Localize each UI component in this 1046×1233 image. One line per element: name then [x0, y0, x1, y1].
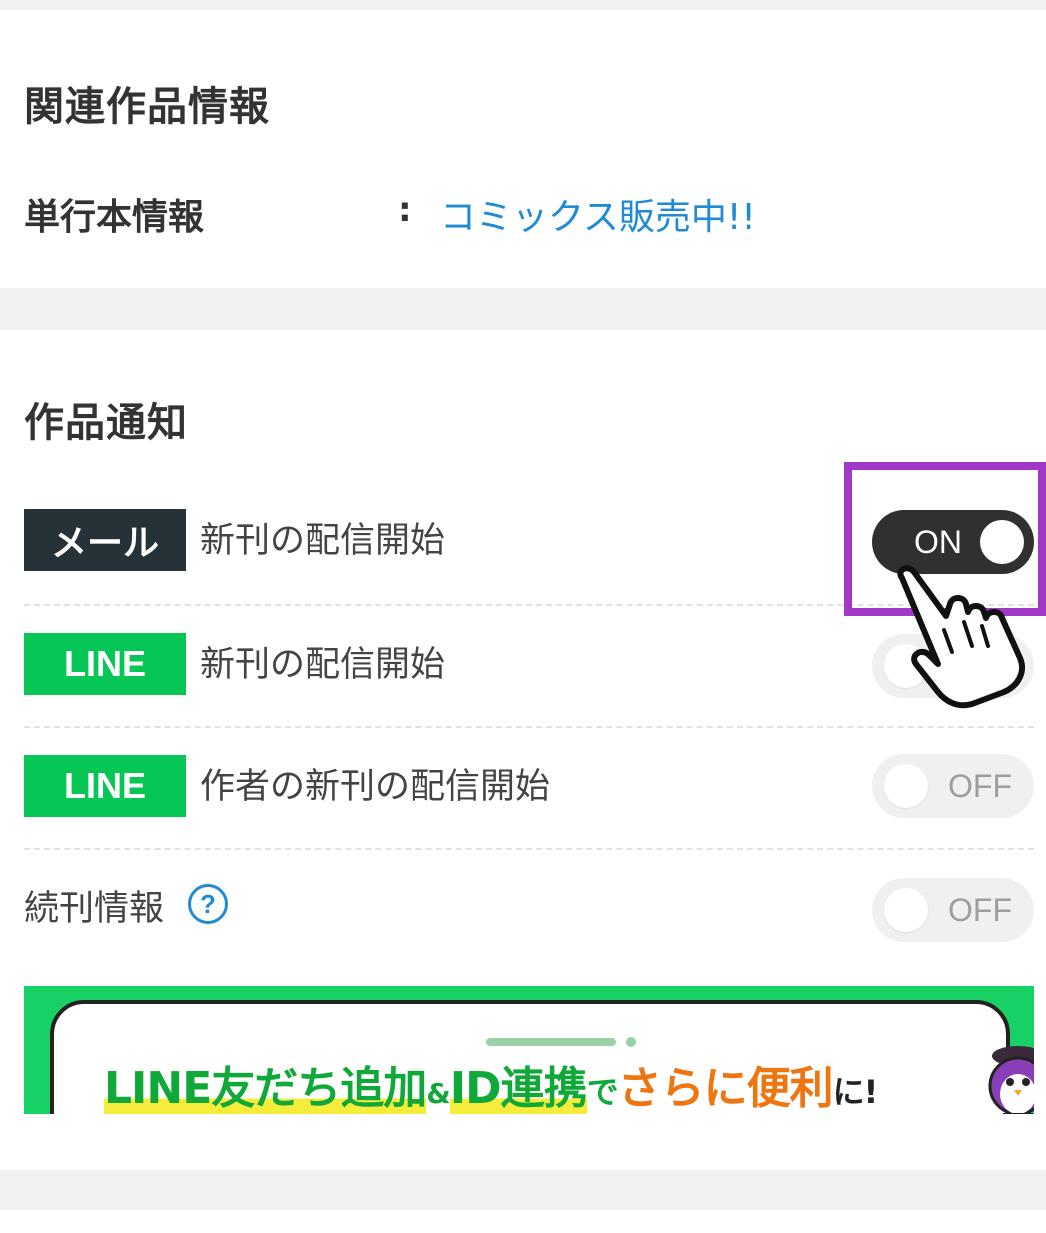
banner-phone-dot: [626, 1037, 636, 1047]
section-gap-top: [0, 0, 1046, 10]
toggle-state-label: ON: [914, 524, 962, 560]
banner-text-more-convenient: さらに便利: [617, 1063, 834, 1114]
book-info-label: 単行本情報: [24, 197, 205, 238]
notify-label: 新刊の配信開始: [200, 521, 446, 561]
notify-row-line-new-release: LINE 新刊の配信開始 OFF: [24, 624, 1034, 706]
toggle-knob: [980, 520, 1024, 564]
section-gap-middle: [0, 288, 1046, 330]
row-divider: [24, 726, 1034, 728]
related-works-title: 関連作品情報: [24, 84, 270, 130]
banner-text-ni: に!: [832, 1073, 879, 1111]
mail-new-release-toggle[interactable]: ON: [872, 510, 1034, 574]
sequel-info-toggle[interactable]: OFF: [872, 878, 1034, 942]
book-info-colon: :: [398, 190, 412, 230]
line-author-release-toggle[interactable]: OFF: [872, 754, 1034, 818]
banner-text-de: で: [586, 1073, 619, 1111]
notify-row-line-author-release: LINE 作者の新刊の配信開始 OFF: [24, 746, 1034, 828]
toggle-state-label: OFF: [948, 648, 1012, 684]
toggle-knob: [884, 764, 928, 808]
section-gap-bottom: [0, 1170, 1046, 1210]
notify-label: 続刊情報: [24, 889, 165, 929]
notify-label: 作者の新刊の配信開始: [200, 767, 551, 807]
banner-phone-notch: [486, 1038, 616, 1046]
row-divider: [24, 848, 1034, 850]
comics-on-sale-link[interactable]: コミックス販売中!!: [440, 188, 756, 240]
banner-text-id-link: ID連携: [449, 1063, 588, 1114]
line-badge: LINE: [24, 633, 186, 695]
notify-label: 新刊の配信開始: [200, 645, 446, 685]
toggle-state-label: OFF: [948, 892, 1012, 928]
toggle-state-label: OFF: [948, 768, 1012, 804]
line-new-release-toggle[interactable]: OFF: [872, 634, 1034, 698]
row-divider: [24, 604, 1034, 606]
notifications-title: 作品通知: [24, 400, 188, 446]
toggle-knob: [884, 644, 928, 688]
help-icon[interactable]: ?: [188, 884, 228, 924]
banner-text-line-friend: LINE友だち追加: [104, 1063, 427, 1114]
mail-badge: メール: [24, 509, 186, 571]
banner-headline: LINE友だち追加&ID連携でさらに便利に!: [104, 1052, 879, 1114]
line-badge: LINE: [24, 755, 186, 817]
line-friend-banner[interactable]: LINE友だち追加&ID連携でさらに便利に!: [24, 986, 1034, 1114]
notify-row-sequel-info: 続刊情報 ? OFF: [24, 868, 1034, 950]
toggle-knob: [884, 888, 928, 932]
penguin-mascot-icon: [988, 1046, 1034, 1114]
banner-text-amp: &: [426, 1077, 450, 1110]
banner-phone-frame: LINE友だち追加&ID連携でさらに便利に!: [50, 1000, 1034, 1114]
notify-row-mail-new-release: メール 新刊の配信開始 ON: [24, 500, 1034, 582]
